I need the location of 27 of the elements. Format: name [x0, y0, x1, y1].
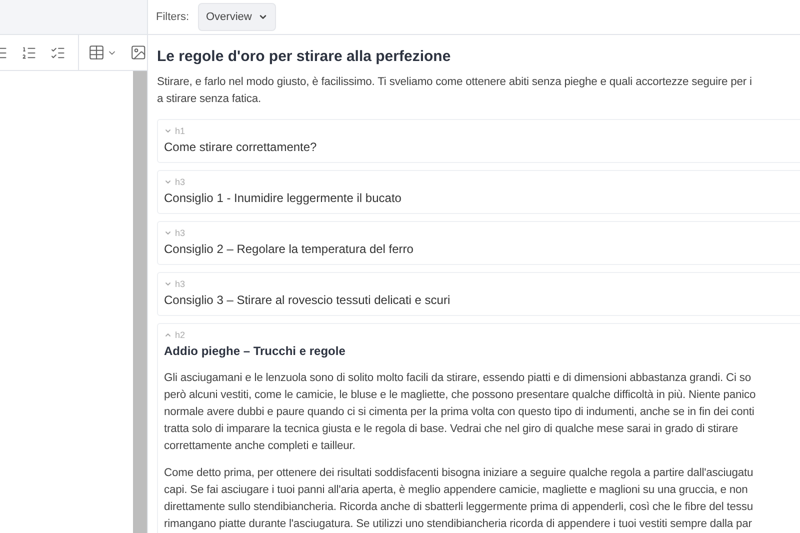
table-button[interactable]	[88, 44, 118, 61]
filter-select[interactable]: Overview	[198, 3, 276, 31]
heading-tag-toggle[interactable]: h2	[164, 329, 186, 341]
body-paragraph: Gli asciugamani e le lenzuola sono di solito molto facili da stirare, essendo piatti e di dimensioni abbastanza grandi. Ci so però alcuni vestiti, come le camicie, le bluse e le magliette, che possono presentare qualche difficoltà in più. Niente panico normale avere dubbi e paure quando ci si cimenta per la prima volta con questo tipo di indumenti, anche se in fin dei conti tratta solo di imparare la tecnica giusta e le regola di base. Vedrai che nel giro di qualche mese sarai in grado di stirare correttamente anche completi e tailleur.	[164, 371, 757, 454]
section-heading: Consiglio 3 – Stirare al rovescio tessuti delicati e scuri	[164, 292, 452, 309]
section-heading: Come stirare correttamente?	[164, 139, 318, 156]
heading-tag-toggle[interactable]: h1	[164, 125, 186, 137]
chevron-up-icon	[164, 331, 172, 339]
article-title: Le regole d'oro per stirare alla perfezione	[157, 47, 452, 67]
chevron-down-icon	[164, 178, 172, 186]
numbered-list-icon[interactable]	[20, 44, 36, 60]
table-icon	[88, 44, 106, 61]
filters-label: Filters:	[156, 10, 189, 25]
chevron-down-icon	[164, 280, 172, 288]
chevron-down-icon	[164, 127, 172, 135]
chevron-down-icon	[164, 229, 172, 237]
intro-paragraph: Stirare, e farlo nel modo giusto, è facilissimo. Ti sveliamo come ottenere abiti senza pieghe e quali accortezze seguire per i a stirare senza fatica.	[157, 75, 753, 107]
scrollbar[interactable]	[133, 71, 147, 533]
section-heading: Addio pieghe – Trucchi e regole	[164, 343, 346, 360]
heading-tag-toggle[interactable]: h3	[164, 176, 186, 188]
image-icon[interactable]	[130, 44, 147, 61]
section-heading: Consiglio 2 – Regolare la temperatura del ferro	[164, 241, 414, 258]
heading-tag-toggle[interactable]: h3	[164, 227, 186, 239]
heading-tag-toggle[interactable]: h3	[164, 278, 186, 290]
caret-icon	[258, 12, 268, 22]
body-paragraph: Come detto prima, per ottenere dei risultati soddisfacenti bisogna iniziare a seguire qualche regola a partire dall'asciugatu capi. Se fai asciugare i tuoi panni all'aria aperta, è meglio appendere camicie, magliette e maglioni su una gruccia, e non direttamente sullo stendibiancheria. Ricorda anche di sbatterli leggermente prima di appenderli, così che le fibre del tessu rimangano piatte durante l'asciugatura. Se utilizzi uno stendibiancheria ricorda di appendere i tuoi vestiti sempre dalla par	[164, 466, 754, 532]
section-heading: Consiglio 1 - Inumidire leggermente il bucato	[164, 190, 402, 207]
